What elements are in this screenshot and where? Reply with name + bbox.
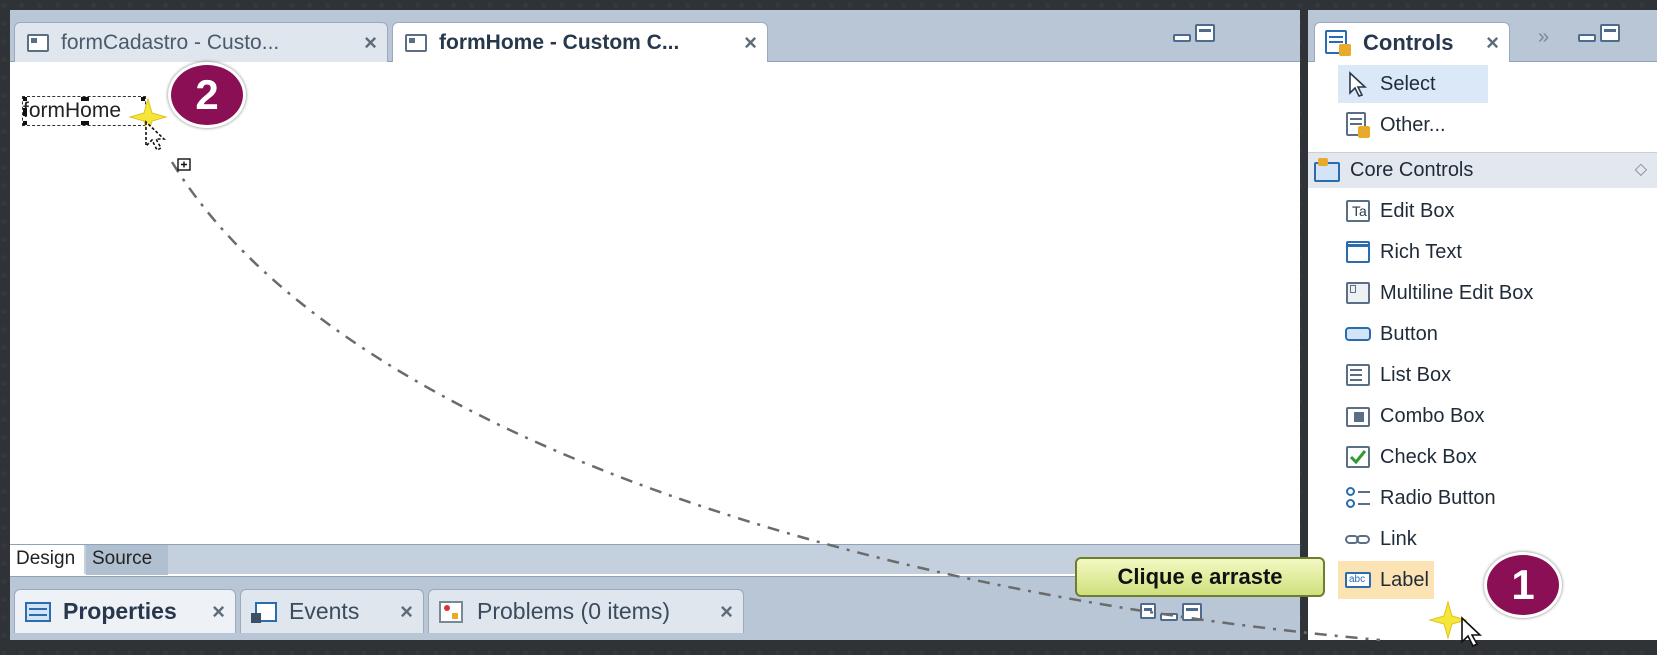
maximize-icon[interactable] <box>1182 603 1202 621</box>
resize-handle[interactable] <box>81 97 89 101</box>
link-icon <box>1344 526 1372 552</box>
problems-icon <box>439 600 465 623</box>
close-icon[interactable]: × <box>720 599 733 625</box>
more-tabs-chevron-icon[interactable]: » <box>1538 26 1549 49</box>
form-icon <box>25 32 51 54</box>
radio-button-icon <box>1344 485 1372 511</box>
tab-source[interactable]: Source <box>86 545 168 575</box>
palette-item-check-box[interactable]: Check Box <box>1338 438 1618 476</box>
drag-hint-callout: Clique e arraste <box>1075 557 1325 597</box>
palette-item-label: Radio Button <box>1380 486 1496 509</box>
label-text: formHome <box>23 99 122 122</box>
section-collapse-icon[interactable]: ◇ <box>1635 159 1647 179</box>
tab-problems[interactable]: Problems (0 items) × <box>428 589 744 633</box>
step-badge-1: 1 <box>1484 552 1562 618</box>
palette-item-list-box[interactable]: List Box <box>1338 356 1618 394</box>
controls-palette: Controls × » Select Other... Core Contro… <box>1308 10 1657 640</box>
selected-label-control[interactable]: formHome <box>22 96 146 126</box>
resize-handle[interactable] <box>23 108 27 116</box>
close-icon[interactable]: × <box>400 599 413 625</box>
close-icon[interactable]: × <box>212 599 225 625</box>
tab-label: Properties <box>63 598 177 624</box>
resize-handle[interactable] <box>141 97 145 101</box>
step-badge-2: 2 <box>168 62 246 128</box>
palette-item-label[interactable]: abc Label <box>1338 561 1434 599</box>
properties-icon <box>25 601 51 623</box>
minimize-icon[interactable] <box>1173 34 1191 42</box>
resize-handle[interactable] <box>23 97 27 101</box>
maximize-icon[interactable] <box>1600 24 1620 42</box>
palette-item-label: Select <box>1380 72 1436 95</box>
form-icon <box>403 32 429 54</box>
check-box-icon <box>1344 444 1372 470</box>
palette-item-label: Combo Box <box>1380 404 1485 427</box>
minimize-icon[interactable] <box>1160 613 1178 621</box>
multiline-edit-box-icon <box>1344 280 1372 306</box>
view-menu-icon[interactable] <box>1140 603 1156 619</box>
tab-properties[interactable]: Properties × <box>14 589 236 633</box>
palette-item-label: Rich Text <box>1380 240 1462 263</box>
core-controls-section-header[interactable]: Core Controls ◇ <box>1308 152 1657 188</box>
palette-tab-bar: Controls × » <box>1308 10 1657 62</box>
window-controls <box>1578 24 1620 42</box>
palette-item-label: Check Box <box>1380 445 1477 468</box>
tab-controls[interactable]: Controls × <box>1314 22 1510 62</box>
close-icon[interactable]: × <box>744 30 757 56</box>
palette-item-combo-box[interactable]: Combo Box <box>1338 397 1618 435</box>
palette-item-label-text: Label <box>1380 568 1429 591</box>
pointer-icon <box>1344 71 1372 97</box>
tab-events[interactable]: Events × <box>240 589 424 633</box>
palette-item-label: Multiline Edit Box <box>1380 281 1534 304</box>
palette-item-label: List Box <box>1380 363 1452 386</box>
button-icon <box>1344 321 1372 347</box>
tab-form-home[interactable]: formHome - Custom C... × <box>392 22 768 62</box>
minimize-icon[interactable] <box>1578 34 1596 42</box>
palette-item-label: Edit Box <box>1380 199 1455 222</box>
tab-label: formCadastro - Custo... <box>61 30 280 54</box>
section-label: Core Controls <box>1350 159 1474 181</box>
resize-handle[interactable] <box>81 121 89 125</box>
palette-item-button[interactable]: Button <box>1338 315 1618 353</box>
tab-design[interactable]: Design <box>10 545 84 575</box>
folder-icon <box>1314 157 1342 184</box>
label-icon: abc <box>1344 567 1372 593</box>
other-icon <box>1344 112 1372 138</box>
palette-item-rich-text[interactable]: Rich Text <box>1338 233 1618 271</box>
combo-box-icon <box>1344 403 1372 429</box>
events-icon <box>251 601 277 623</box>
palette-item-link[interactable]: Link <box>1338 520 1618 558</box>
palette-item-multiline-edit-box[interactable]: Multiline Edit Box <box>1338 274 1618 312</box>
rich-text-icon <box>1344 239 1372 265</box>
palette-item-edit-box[interactable]: Ta Edit Box <box>1338 192 1618 230</box>
tab-label: Events <box>289 598 360 624</box>
palette-item-label: Link <box>1380 527 1417 550</box>
resize-handle[interactable] <box>23 121 27 125</box>
palette-item-label: Other... <box>1380 113 1446 136</box>
edit-box-icon: Ta <box>1344 198 1372 224</box>
close-icon[interactable]: × <box>364 30 377 56</box>
palette-item-radio-button[interactable]: Radio Button <box>1338 479 1618 517</box>
editor-tab-bar: formCadastro - Custo... × formHome - Cus… <box>10 10 1300 62</box>
window-controls <box>1173 24 1215 42</box>
palette-item-select[interactable]: Select <box>1338 65 1488 103</box>
palette-item-other[interactable]: Other... <box>1338 106 1618 144</box>
tab-form-cadastro[interactable]: formCadastro - Custo... × <box>14 22 388 62</box>
view-controls <box>1140 603 1202 621</box>
palette-item-label: Button <box>1380 322 1438 345</box>
design-canvas[interactable]: formHome <box>10 62 1300 544</box>
tab-label: Controls <box>1363 29 1454 55</box>
tab-label: Problems (0 items) <box>477 598 670 624</box>
controls-icon <box>1325 29 1353 56</box>
maximize-icon[interactable] <box>1195 24 1215 42</box>
tab-label: formHome - Custom C... <box>439 30 680 54</box>
close-icon[interactable]: × <box>1486 30 1499 56</box>
list-box-icon <box>1344 362 1372 388</box>
